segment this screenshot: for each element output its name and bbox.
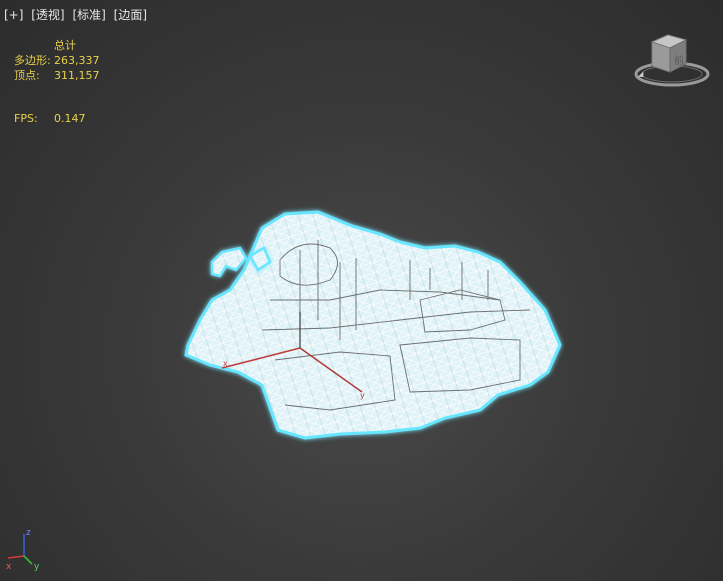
svg-text:x: x (223, 359, 228, 368)
model-silhouette[interactable] (184, 210, 562, 440)
tripod-x-label: x (6, 562, 12, 572)
scene-model[interactable]: x y (0, 0, 723, 581)
tripod-z-label: z (26, 528, 31, 538)
axis-tripod-icon: z x y (6, 528, 40, 572)
svg-text:y: y (360, 391, 365, 400)
tripod-y-label: y (34, 562, 40, 572)
